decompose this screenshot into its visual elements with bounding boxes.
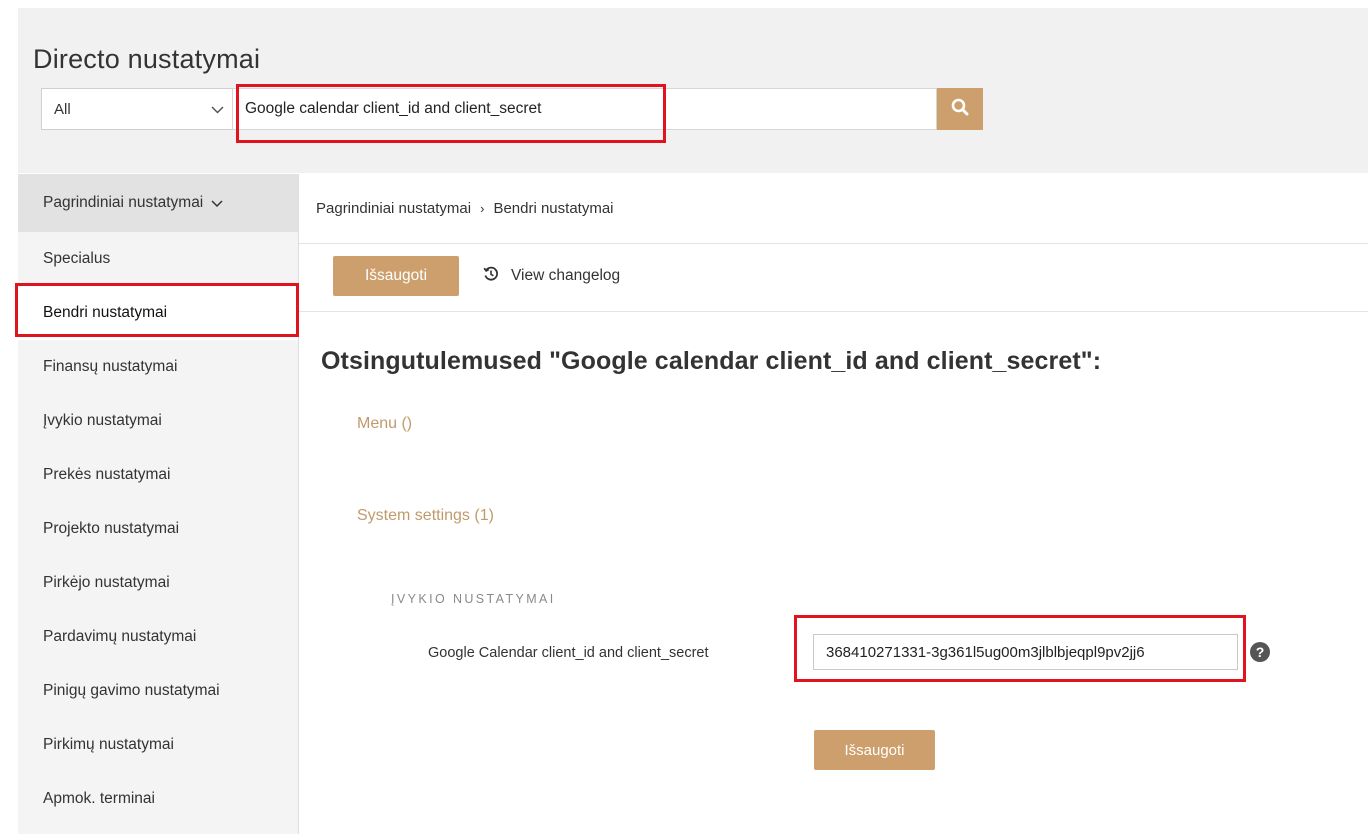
chevron-down-icon	[211, 196, 223, 211]
sidebar-item-label: Apmok. terminai	[43, 790, 155, 807]
toolbar: Išsaugoti View changelog	[299, 244, 1368, 312]
sidebar-item-projekto[interactable]: Projekto nustatymai	[18, 502, 298, 556]
sidebar-item-pinigu-gavimo[interactable]: Pinigų gavimo nustatymai	[18, 664, 298, 718]
sidebar-item-ivykio[interactable]: Įvykio nustatymai	[18, 394, 298, 448]
sidebar-item-pardavimu[interactable]: Pardavimų nustatymai	[18, 610, 298, 664]
search-scope-select[interactable]: All	[41, 88, 237, 130]
sidebar-item-label: Pirkėjo nustatymai	[43, 574, 170, 591]
sidebar-item-finansu[interactable]: Finansų nustatymai	[18, 340, 298, 394]
sidebar-item-specialus[interactable]: Specialus	[18, 232, 298, 286]
breadcrumb: Pagrindiniai nustatymai › Bendri nustaty…	[299, 174, 1368, 244]
sidebar-item-label: Bendri nustatymai	[43, 304, 168, 321]
sidebar-item-label: Pinigų gavimo nustatymai	[43, 682, 220, 699]
sidebar: Pagrindiniai nustatymai Specialus Bendri…	[18, 174, 299, 834]
sidebar-item-label: Pirkimų nustatymai	[43, 736, 174, 753]
search-input[interactable]	[233, 89, 936, 129]
menu-results-link[interactable]: Menu ()	[357, 415, 412, 433]
sidebar-group-header[interactable]: Pagrindiniai nustatymai	[18, 174, 298, 232]
system-settings-results-link[interactable]: System settings (1)	[357, 507, 494, 525]
sidebar-item-apmok-terminai[interactable]: Apmok. terminai	[18, 772, 298, 826]
save-button[interactable]: Išsaugoti	[333, 256, 459, 296]
sidebar-item-label: Finansų nustatymai	[43, 358, 178, 375]
history-icon	[483, 266, 511, 287]
sidebar-item-bendri[interactable]: Bendri nustatymai	[18, 286, 298, 340]
sidebar-group-label: Pagrindiniai nustatymai	[43, 194, 204, 211]
google-calendar-field-label: Google Calendar client_id and client_sec…	[428, 645, 709, 661]
help-icon[interactable]: ?	[1250, 642, 1270, 662]
app-title: Directo nustatymai	[33, 44, 261, 74]
chevron-down-icon	[211, 102, 224, 117]
sidebar-item-label: Projekto nustatymai	[43, 520, 180, 537]
section-label: ĮVYKIO NUSTATYMAI	[391, 592, 556, 606]
search-button[interactable]	[937, 88, 983, 130]
sidebar-item-label: Prekės nustatymai	[43, 466, 171, 483]
breadcrumb-separator: ›	[480, 201, 485, 216]
sidebar-item-pirkejo[interactable]: Pirkėjo nustatymai	[18, 556, 298, 610]
sidebar-item-pirkimu[interactable]: Pirkimų nustatymai	[18, 718, 298, 772]
view-changelog-label: View changelog	[511, 267, 621, 284]
search-box	[232, 88, 937, 130]
breadcrumb-parent[interactable]: Pagrindiniai nustatymai	[316, 200, 471, 217]
save-settings-button[interactable]: Išsaugoti	[814, 730, 935, 770]
search-scope-value: All	[54, 100, 71, 118]
google-calendar-client-field[interactable]	[813, 634, 1238, 670]
search-icon	[951, 98, 969, 121]
sidebar-item-label: Įvykio nustatymai	[43, 412, 162, 429]
sidebar-item-prekes[interactable]: Prekės nustatymai	[18, 448, 298, 502]
sidebar-item-label: Specialus	[43, 250, 111, 267]
results-title: Otsingutulemused "Google calendar client…	[321, 347, 1102, 375]
sidebar-item-label: Pardavimų nustatymai	[43, 628, 197, 645]
breadcrumb-current: Bendri nustatymai	[493, 200, 614, 217]
view-changelog-button[interactable]: View changelog	[483, 256, 620, 296]
